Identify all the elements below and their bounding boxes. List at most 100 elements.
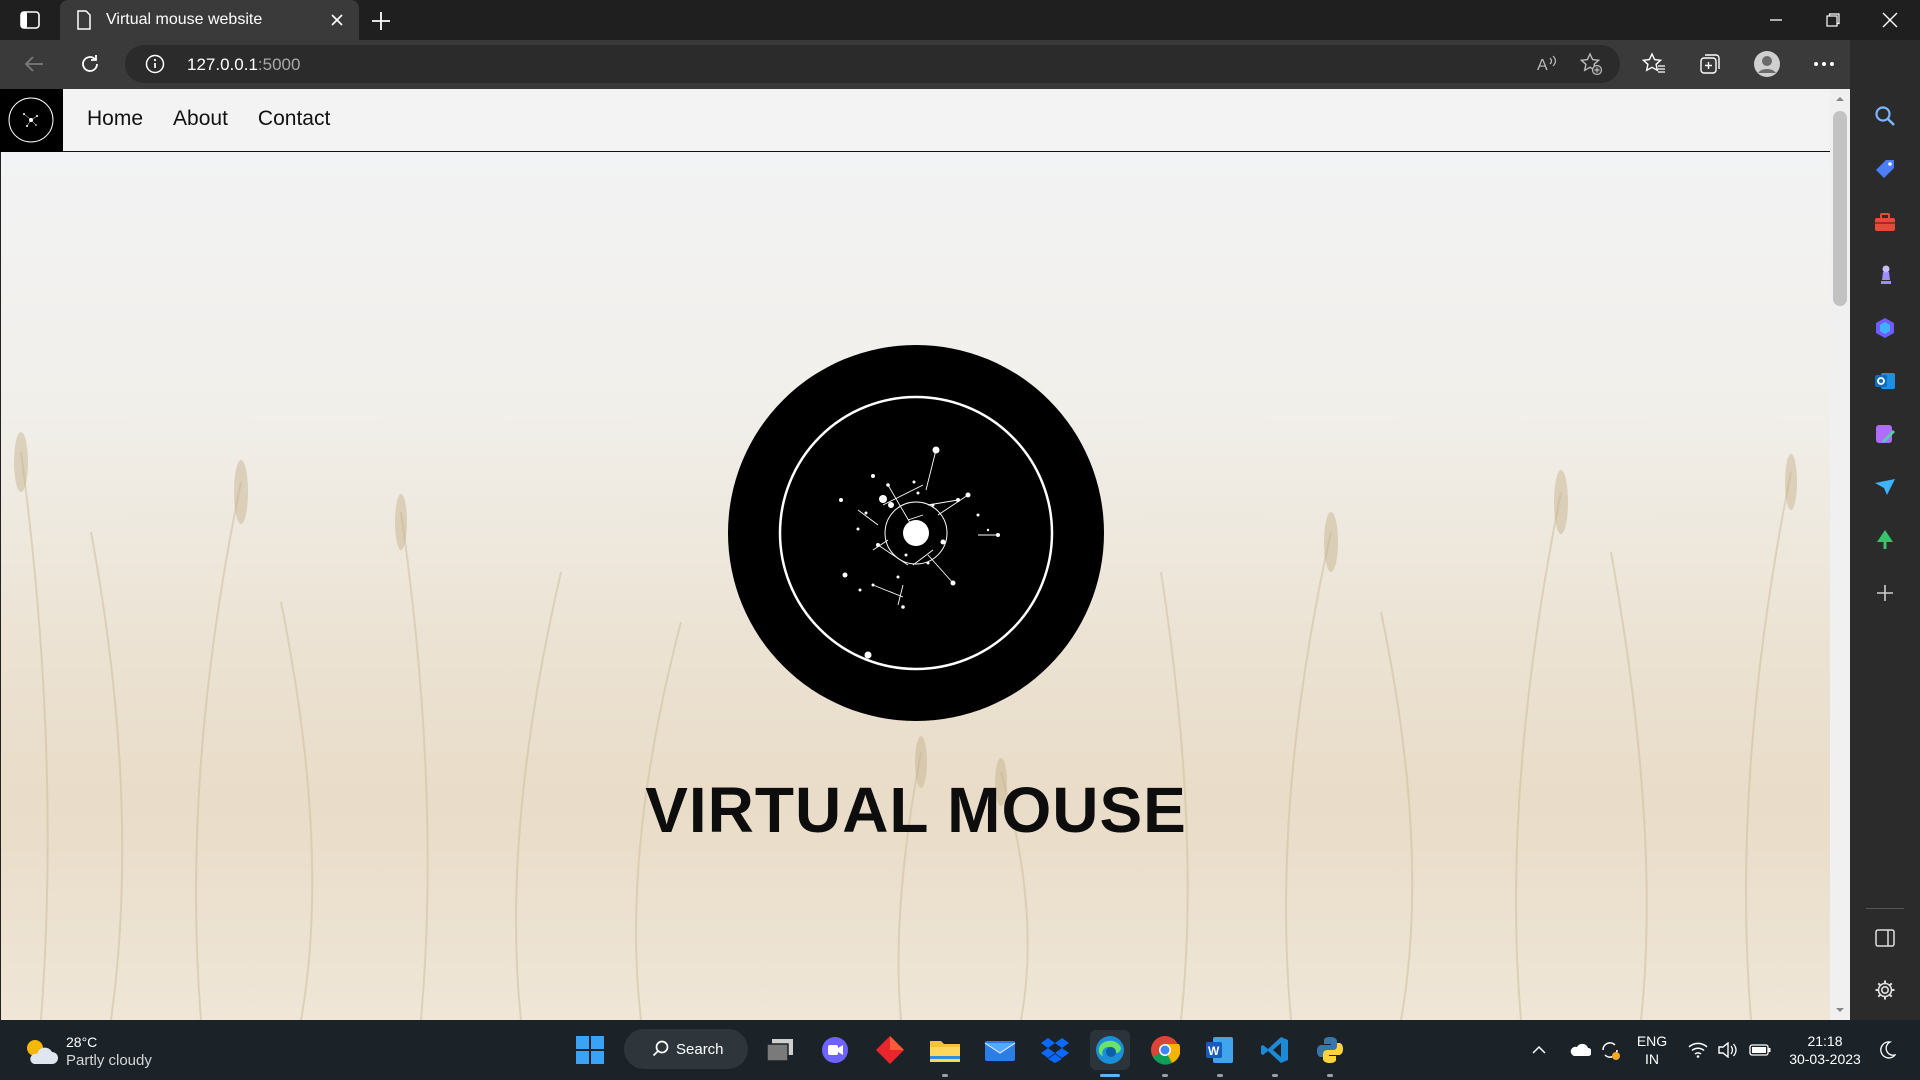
sync-button[interactable] xyxy=(1598,1030,1622,1070)
more-icon xyxy=(1814,62,1834,66)
sidebar-divider xyxy=(1866,908,1904,909)
battery-button[interactable] xyxy=(1748,1030,1772,1070)
red-diamond-app-icon xyxy=(876,1036,904,1064)
start-button[interactable] xyxy=(570,1030,610,1070)
teams-chat-button[interactable] xyxy=(815,1030,855,1070)
weather-widget[interactable]: 28°C Partly cloudy xyxy=(22,1034,222,1074)
read-aloud-button[interactable]: A xyxy=(1530,46,1566,82)
wifi-button[interactable] xyxy=(1686,1030,1710,1070)
chat-icon xyxy=(822,1037,848,1063)
panel-icon xyxy=(1875,929,1895,947)
python-icon xyxy=(1317,1037,1343,1063)
site-info-icon[interactable] xyxy=(145,54,165,74)
designer-pen-icon xyxy=(1876,425,1895,443)
new-tab-icon[interactable] xyxy=(368,8,394,34)
clock[interactable]: 21:18 30-03-2023 xyxy=(1780,1032,1870,1068)
speaker-icon xyxy=(1718,1042,1737,1058)
tab-close-icon[interactable] xyxy=(329,12,345,28)
mail-button[interactable] xyxy=(980,1030,1020,1070)
sidebar-outlook-button[interactable] xyxy=(1865,361,1905,401)
sidebar-tree-button[interactable] xyxy=(1865,520,1905,560)
sidebar-office-button[interactable] xyxy=(1865,308,1905,348)
app-red-diamond-button[interactable] xyxy=(870,1030,910,1070)
star-add-icon xyxy=(1579,52,1603,76)
running-indicator xyxy=(1327,1074,1333,1077)
collections-button[interactable] xyxy=(1692,46,1728,82)
scrollbar-thumb[interactable] xyxy=(1833,111,1847,306)
task-view-button[interactable] xyxy=(760,1030,800,1070)
minimize-button[interactable] xyxy=(1748,0,1804,40)
edge-sidebar xyxy=(1850,40,1920,1020)
sidebar-tools-button[interactable] xyxy=(1865,202,1905,242)
volume-button[interactable] xyxy=(1716,1030,1740,1070)
nav-about-link[interactable]: About xyxy=(173,107,228,131)
mail-icon xyxy=(984,1041,1016,1061)
running-indicator xyxy=(942,1074,948,1077)
sidebar-search-button[interactable] xyxy=(1865,96,1905,136)
nav-home-link[interactable]: Home xyxy=(87,107,143,131)
page-icon xyxy=(77,10,91,30)
sidebar-hide-button[interactable] xyxy=(1865,918,1905,958)
running-indicator xyxy=(1272,1074,1278,1077)
refresh-button[interactable] xyxy=(72,46,108,82)
wifi-icon xyxy=(1688,1042,1708,1058)
weather-temperature: 28°C xyxy=(66,1034,98,1050)
url-text[interactable]: 127.0.0.1:5000 xyxy=(187,55,300,75)
address-bar[interactable]: 127.0.0.1:5000 A xyxy=(125,45,1620,83)
sidebar-add-button[interactable] xyxy=(1865,573,1905,613)
weather-description: Partly cloudy xyxy=(66,1052,152,1069)
onedrive-button[interactable] xyxy=(1568,1030,1592,1070)
word-button[interactable]: W xyxy=(1200,1030,1240,1070)
gear-icon xyxy=(1875,980,1895,1000)
clock-time: 21:18 xyxy=(1807,1033,1843,1049)
language-indicator[interactable]: ENG IN xyxy=(1634,1032,1670,1068)
settings-menu-button[interactable] xyxy=(1806,46,1842,82)
tab-actions-icon[interactable] xyxy=(14,8,46,32)
plus-icon xyxy=(1877,585,1893,601)
microsoft-365-icon xyxy=(1876,318,1894,338)
favorites-button[interactable] xyxy=(1636,46,1672,82)
notifications-button[interactable] xyxy=(1876,1030,1900,1070)
virtual-mouse-emblem-icon xyxy=(728,345,1104,721)
edge-button[interactable] xyxy=(1090,1030,1130,1070)
sidebar-shopping-button[interactable] xyxy=(1865,149,1905,189)
tray-overflow-button[interactable] xyxy=(1528,1030,1550,1070)
site-navbar: Home About Contact xyxy=(0,89,1830,152)
nav-contact-link[interactable]: Contact xyxy=(258,107,330,131)
tab-title: Virtual mouse website xyxy=(106,11,263,28)
scroll-up-icon[interactable] xyxy=(1835,94,1845,104)
page-scrollbar[interactable] xyxy=(1830,89,1850,1020)
sidebar-send-button[interactable] xyxy=(1865,467,1905,507)
search-icon xyxy=(1875,106,1895,126)
close-window-button[interactable] xyxy=(1862,0,1918,40)
file-explorer-button[interactable] xyxy=(925,1030,965,1070)
browser-title-bar: Virtual mouse website xyxy=(0,0,1920,40)
chrome-button[interactable] xyxy=(1145,1030,1185,1070)
windows-logo-icon xyxy=(576,1036,604,1064)
browser-tab[interactable]: Virtual mouse website xyxy=(60,0,359,40)
sidebar-games-button[interactable] xyxy=(1865,255,1905,295)
add-favorite-button[interactable] xyxy=(1573,46,1609,82)
site-logo[interactable] xyxy=(0,89,63,152)
sidebar-settings-button[interactable] xyxy=(1865,970,1905,1010)
scroll-down-icon[interactable] xyxy=(1835,1005,1845,1015)
chevron-up-icon xyxy=(1532,1045,1546,1054)
running-indicator xyxy=(1217,1074,1223,1077)
language-code: ENG xyxy=(1636,1033,1668,1049)
shopping-tag-icon xyxy=(1876,160,1894,178)
sidebar-designer-button[interactable] xyxy=(1865,414,1905,454)
vscode-button[interactable] xyxy=(1255,1030,1295,1070)
svg-text:W: W xyxy=(1208,1044,1220,1058)
avatar-icon xyxy=(1754,51,1780,77)
python-button[interactable] xyxy=(1310,1030,1350,1070)
profile-button[interactable] xyxy=(1749,46,1785,82)
back-arrow-icon xyxy=(24,56,43,72)
read-aloud-icon: A xyxy=(1537,55,1557,74)
taskbar-search[interactable]: Search xyxy=(624,1029,748,1069)
folder-icon xyxy=(930,1041,960,1062)
region-code: IN xyxy=(1645,1051,1659,1067)
word-icon: W xyxy=(1206,1037,1233,1063)
back-button[interactable] xyxy=(16,46,52,82)
restore-button[interactable] xyxy=(1805,0,1861,40)
dropbox-button[interactable] xyxy=(1035,1030,1075,1070)
